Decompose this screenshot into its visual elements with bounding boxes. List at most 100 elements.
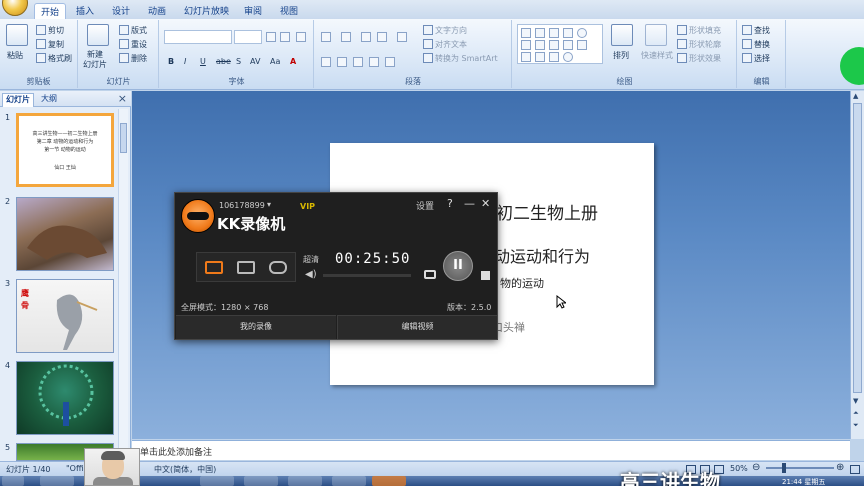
slide-subtitle-text[interactable]: 动运动和行为 [494,243,590,267]
numbering-icon[interactable] [341,32,351,42]
align-text-button[interactable]: 对齐文本 [423,39,467,50]
rounded-rect-shape-icon[interactable] [521,40,531,50]
camera-icon[interactable] [424,270,436,279]
arrange-button[interactable]: 排列 [613,50,629,61]
start-button[interactable] [2,476,24,486]
user-dropdown-icon[interactable]: ▾ [267,200,271,209]
slide-thumbnail-4[interactable] [16,361,114,435]
pause-button[interactable]: II [443,251,473,281]
shrink-font-icon[interactable] [280,32,290,42]
taskbar-app[interactable] [288,476,322,486]
clock[interactable]: 21:44 星期五 [782,477,825,486]
arrow-shape-icon[interactable] [563,28,573,38]
star-shape-icon[interactable] [563,52,573,62]
font-size-combo[interactable] [234,30,262,44]
vertical-scrollbar[interactable]: ▲ ▼ ⏶ ⏷ [850,91,864,439]
fit-to-window-icon[interactable] [850,465,860,474]
elbow-connector-icon[interactable] [549,40,559,50]
office-button[interactable] [2,0,28,16]
close-button[interactable]: ✕ [481,197,490,210]
align-right-icon[interactable] [353,57,363,67]
help-button[interactable]: ? [447,197,453,210]
char-spacing-button[interactable]: AV [250,57,260,66]
justify-icon[interactable] [369,57,379,67]
triangle-shape-icon[interactable] [535,40,545,50]
scroll-thumb[interactable] [120,123,127,153]
quality-label[interactable]: 超清 [303,254,319,265]
select-button[interactable]: 选择 [742,53,770,64]
new-slide-button[interactable]: 新建 幻灯片 [83,50,107,70]
slide-thumbnail-2[interactable] [16,197,114,271]
user-id[interactable]: 106178899 [219,201,265,210]
close-icon[interactable]: × [118,92,127,105]
italic-button[interactable]: I [184,57,186,66]
scroll-down-icon[interactable]: ▼ [853,397,858,405]
new-slide-icon[interactable] [87,24,109,46]
minimize-button[interactable]: — [464,197,475,210]
screen-mode-icon[interactable] [205,261,223,274]
line-shape-icon[interactable] [549,28,559,38]
cut-button[interactable]: 剪切 [36,25,64,36]
slide-section-text[interactable]: 物的运动 [500,275,544,291]
oval-shape-icon[interactable] [577,28,587,38]
notes-placeholder[interactable]: 单击此处添加备注 [140,445,212,458]
taskbar-kk-recorder[interactable] [372,476,406,486]
slide-title-text[interactable]: 初二生物上册 [496,199,598,224]
my-recordings-button[interactable]: 我的录像 [176,315,336,339]
smartart-button[interactable]: 转换为 SmartArt [423,53,498,64]
increase-indent-icon[interactable] [377,32,387,42]
scroll-thumb[interactable] [853,103,862,393]
notes-pane[interactable]: 单击此处添加备注 [132,440,850,460]
volume-icon[interactable]: ◀) [305,269,317,280]
copy-button[interactable]: 复制 [36,39,64,50]
reset-button[interactable]: 重设 [119,39,147,50]
zoom-in-icon[interactable]: ⊕ [836,462,844,473]
clear-format-icon[interactable] [296,32,306,42]
textbox-shape-icon[interactable] [535,28,545,38]
align-center-icon[interactable] [337,57,347,67]
tab-insert[interactable]: 插入 [70,3,100,19]
game-mode-icon[interactable] [269,261,287,274]
quick-styles-icon[interactable] [645,24,667,46]
down-arrow-shape-icon[interactable] [577,40,587,50]
paste-button[interactable]: 粘贴 [7,50,23,61]
columns-icon[interactable] [385,57,395,67]
tab-animations[interactable]: 动画 [142,3,172,19]
tab-view[interactable]: 视图 [274,3,304,19]
taskbar-app[interactable] [332,476,366,486]
region-mode-icon[interactable] [237,261,255,274]
font-name-combo[interactable] [164,30,232,44]
tab-outline[interactable]: 大纲 [38,93,60,107]
decrease-indent-icon[interactable] [361,32,371,42]
taskbar-app[interactable] [40,476,74,486]
previous-slide-icon[interactable]: ⏶ [853,409,859,418]
slide-thumbnail-3[interactable]: 鹰骨 [16,279,114,353]
rectangle-shape-icon[interactable] [521,28,531,38]
zoom-slider-knob[interactable] [782,463,786,473]
bold-button[interactable]: B [168,57,174,66]
edit-video-button[interactable]: 编辑视频 [337,315,497,339]
strikethrough-button[interactable]: abe [216,57,231,66]
slides-pane-scrollbar[interactable] [118,109,128,459]
underline-button[interactable]: U [200,57,206,66]
vip-badge[interactable]: VIP [300,202,315,211]
shadow-button[interactable]: S [236,57,241,66]
format-painter-button[interactable]: 格式刷 [36,53,72,64]
shape-fill-button[interactable]: 形状填充 [677,25,721,36]
delete-slide-button[interactable]: 删除 [119,53,147,64]
language[interactable]: 中文(简体，中国) [154,464,216,475]
line-spacing-icon[interactable] [397,32,407,42]
taskbar-app[interactable] [200,476,234,486]
bullets-icon[interactable] [321,32,331,42]
taskbar-app[interactable] [244,476,278,486]
layout-button[interactable]: 版式 [119,25,147,36]
brace-shape-icon[interactable] [549,52,559,62]
tab-design[interactable]: 设计 [106,3,136,19]
tab-slideshow[interactable]: 幻灯片放映 [178,3,235,19]
paste-icon[interactable] [6,24,28,46]
tab-review[interactable]: 审阅 [238,3,268,19]
quick-styles-button[interactable]: 快速样式 [641,50,673,61]
zoom-out-icon[interactable]: ⊖ [752,462,760,473]
freeform-shape-icon[interactable] [535,52,545,62]
align-left-icon[interactable] [321,57,331,67]
